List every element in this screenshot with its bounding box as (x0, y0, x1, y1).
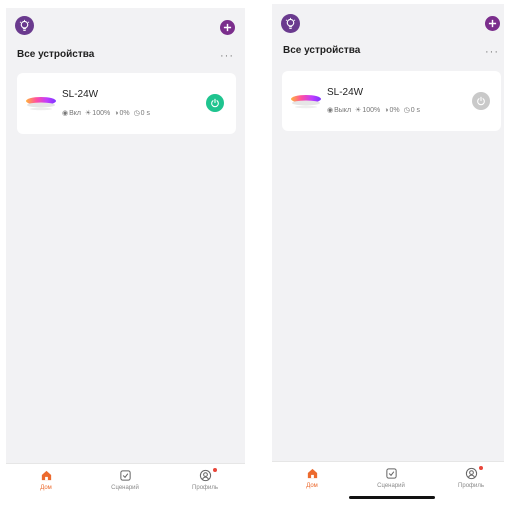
home-avatar-icon[interactable] (15, 16, 34, 35)
scenario-icon (119, 470, 131, 481)
tab-profile[interactable]: Профиль (175, 468, 235, 491)
notification-badge (479, 466, 483, 470)
saturation-value: 0% (119, 109, 130, 117)
power-icon (211, 98, 219, 108)
led-lamp-icon (291, 95, 321, 109)
power-toggle-button[interactable] (206, 94, 224, 112)
device-status-row: ◉ Выкл ☀ 100% ◑ 0% ◷ 0 s (327, 106, 421, 115)
screenshot-stage: Все устройства ··· SL-24W ◉ Вкл ☀ 100% ◑ 0% (0, 0, 509, 505)
brightness-icon: ☀ (355, 107, 362, 114)
more-options-button[interactable]: ··· (220, 51, 234, 62)
power-state-text: Вкл (69, 109, 82, 117)
tab-home[interactable]: Дом (282, 467, 342, 489)
phone-screen-power-off: Все устройства ··· SL-24W ◉ Выкл ☀ 100% ◑ 0… (272, 4, 504, 501)
more-options-button[interactable]: ··· (485, 47, 499, 58)
power-icon (477, 96, 485, 106)
tab-scenario[interactable]: Сценарий (95, 469, 155, 491)
top-bar (272, 4, 504, 38)
home-icon (307, 468, 317, 479)
device-status-row: ◉ Вкл ☀ 100% ◑ 0% ◷ 0 s (62, 109, 151, 118)
saturation-value: 0% (389, 106, 400, 114)
power-state-icon: ◉ (62, 110, 69, 117)
notification-badge (213, 468, 217, 472)
timer-value: 0 s (410, 106, 421, 114)
bottom-tab-bar: Дом Сценарий Профиль (6, 463, 245, 497)
device-name: SL-24W (327, 87, 364, 98)
scenario-icon (385, 468, 397, 479)
add-device-button[interactable] (485, 16, 500, 31)
brightness-value: 100% (362, 106, 381, 114)
power-state-icon: ◉ (327, 107, 334, 114)
home-icon (41, 470, 51, 481)
top-bar (6, 8, 245, 42)
profile-icon (465, 467, 477, 480)
led-lamp-icon (26, 97, 56, 111)
power-toggle-button[interactable] (472, 92, 490, 110)
saturation-icon: ◑ (114, 109, 119, 117)
brightness-value: 100% (92, 109, 111, 117)
home-avatar-icon[interactable] (281, 14, 300, 33)
profile-icon (199, 469, 211, 482)
section-title: Все устройства (283, 45, 361, 56)
device-card[interactable]: SL-24W ◉ Выкл ☀ 100% ◑ 0% ◷ 0 s (282, 71, 501, 131)
tab-profile[interactable]: Профиль (441, 466, 501, 489)
timer-value: 0 s (140, 109, 151, 117)
timer-icon: ◷ (403, 107, 410, 114)
saturation-icon: ◑ (384, 106, 389, 114)
plus-icon (488, 19, 497, 28)
phone-screen-power-on: Все устройства ··· SL-24W ◉ Вкл ☀ 100% ◑ 0% (6, 8, 245, 497)
timer-icon: ◷ (133, 110, 140, 117)
section-title: Все устройства (17, 49, 95, 60)
tab-home[interactable]: Дом (16, 469, 76, 491)
bottom-tab-bar: Дом Сценарий Профиль (272, 461, 504, 501)
device-name: SL-24W (62, 89, 99, 100)
device-card[interactable]: SL-24W ◉ Вкл ☀ 100% ◑ 0% ◷ 0 s (17, 73, 236, 134)
home-indicator (349, 496, 435, 499)
add-device-button[interactable] (220, 20, 235, 35)
plus-icon (223, 23, 232, 32)
tab-scenario[interactable]: Сценарий (361, 467, 421, 489)
power-state-text: Выкл (334, 106, 352, 114)
brightness-icon: ☀ (85, 110, 92, 117)
